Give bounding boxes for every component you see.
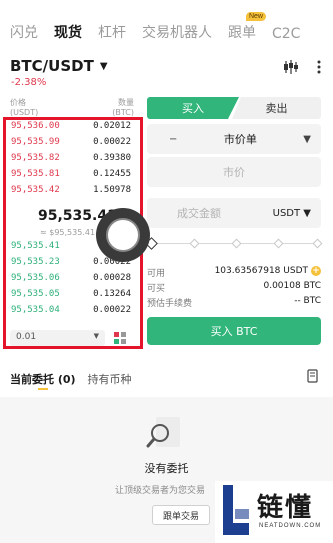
buy-button[interactable]: 买入 BTC: [147, 317, 321, 345]
no-orders-icon: [146, 417, 180, 448]
new-badge: New: [245, 12, 266, 21]
tab-flash-swap[interactable]: 闪兑: [10, 22, 38, 42]
available-value-wrap: 103.63567918 USDT +: [215, 266, 321, 279]
order-type-label: 市价单: [223, 133, 257, 146]
available-row: 可用 103.63567918 USDT +: [147, 266, 321, 279]
amount-slider[interactable]: [145, 237, 323, 250]
caret-down-icon: ▼: [99, 60, 108, 72]
price-column-header: 价格 (USDT): [10, 98, 39, 117]
watermark-logo-icon: [223, 485, 249, 535]
slider-step[interactable]: [273, 238, 284, 249]
can-buy-value: 0.00108 BTC: [263, 281, 321, 291]
sell-tab[interactable]: 卖出: [232, 97, 321, 119]
available-label: 可用: [147, 269, 166, 279]
more-icon[interactable]: [317, 60, 321, 74]
fee-value: -- BTC: [294, 296, 321, 306]
watermark: 链懂 NEATDOWN.COM: [215, 481, 333, 543]
plus-icon[interactable]: +: [311, 266, 321, 276]
buy-tab[interactable]: 买入: [147, 97, 239, 119]
tab-margin[interactable]: 杠杆: [98, 22, 126, 42]
qty-column-header: 数量 (BTC): [112, 98, 134, 117]
watermark-subtext: NEATDOWN.COM: [259, 523, 322, 529]
pair-selector[interactable]: BTC/USDT ▼: [10, 57, 108, 75]
tab-spot[interactable]: 现货: [54, 22, 82, 42]
tab-open-orders[interactable]: 当前委托 (0): [10, 371, 76, 387]
header-icons: [283, 60, 321, 74]
watermark-text: 链懂: [257, 493, 314, 523]
price-placeholder: 市价: [223, 166, 245, 179]
top-tab-bar: 闪兑 现货 杠杆 交易机器人 跟单 New C2C: [10, 12, 333, 42]
can-buy-row: 可买 0.00108 BTC: [147, 281, 321, 294]
order-book-header: 价格 (USDT) 数量 (BTC): [10, 97, 134, 117]
amount-input[interactable]: 成交金额 USDT ▼: [147, 198, 321, 228]
price-input[interactable]: 市价: [147, 157, 321, 187]
empty-subtitle: 让顶级交易者为您交易: [115, 486, 206, 496]
caret-down-icon: ▼: [303, 133, 311, 145]
tab-holdings[interactable]: 持有币种: [88, 371, 132, 387]
amount-placeholder: 成交金额: [177, 207, 221, 220]
slider-step[interactable]: [189, 238, 200, 249]
touch-cursor-center: [106, 218, 140, 252]
price-change: -2.38%: [11, 77, 47, 88]
amount-unit-select[interactable]: USDT ▼: [273, 208, 311, 219]
can-buy-label: 可买: [147, 284, 166, 294]
empty-title: 没有委托: [144, 462, 189, 475]
order-type-select[interactable]: − 市价单 ▼: [147, 124, 321, 154]
pair-symbol: BTC/USDT: [10, 57, 94, 75]
candlestick-settings-icon[interactable]: [283, 60, 299, 74]
tab-copy-trading[interactable]: 跟单 New: [228, 12, 266, 42]
info-icon: −: [169, 133, 178, 145]
tab-trading-bot[interactable]: 交易机器人: [142, 22, 212, 42]
tab-c2c[interactable]: C2C: [272, 26, 300, 42]
slider-step[interactable]: [312, 238, 323, 249]
bottom-tab-bar: 当前委托 (0) 持有币种: [10, 371, 132, 387]
order-history-icon[interactable]: [307, 369, 319, 383]
fee-row: 预估手续费 -- BTC: [147, 296, 321, 309]
available-value: 103.63567918 USDT: [214, 266, 308, 276]
copy-trading-button[interactable]: 跟单交易: [152, 505, 210, 525]
tab-underline: [38, 388, 48, 390]
slider-step[interactable]: [231, 238, 242, 249]
fee-label: 预估手续费: [147, 299, 193, 309]
tab-copy-trading-label: 跟单: [228, 25, 256, 41]
